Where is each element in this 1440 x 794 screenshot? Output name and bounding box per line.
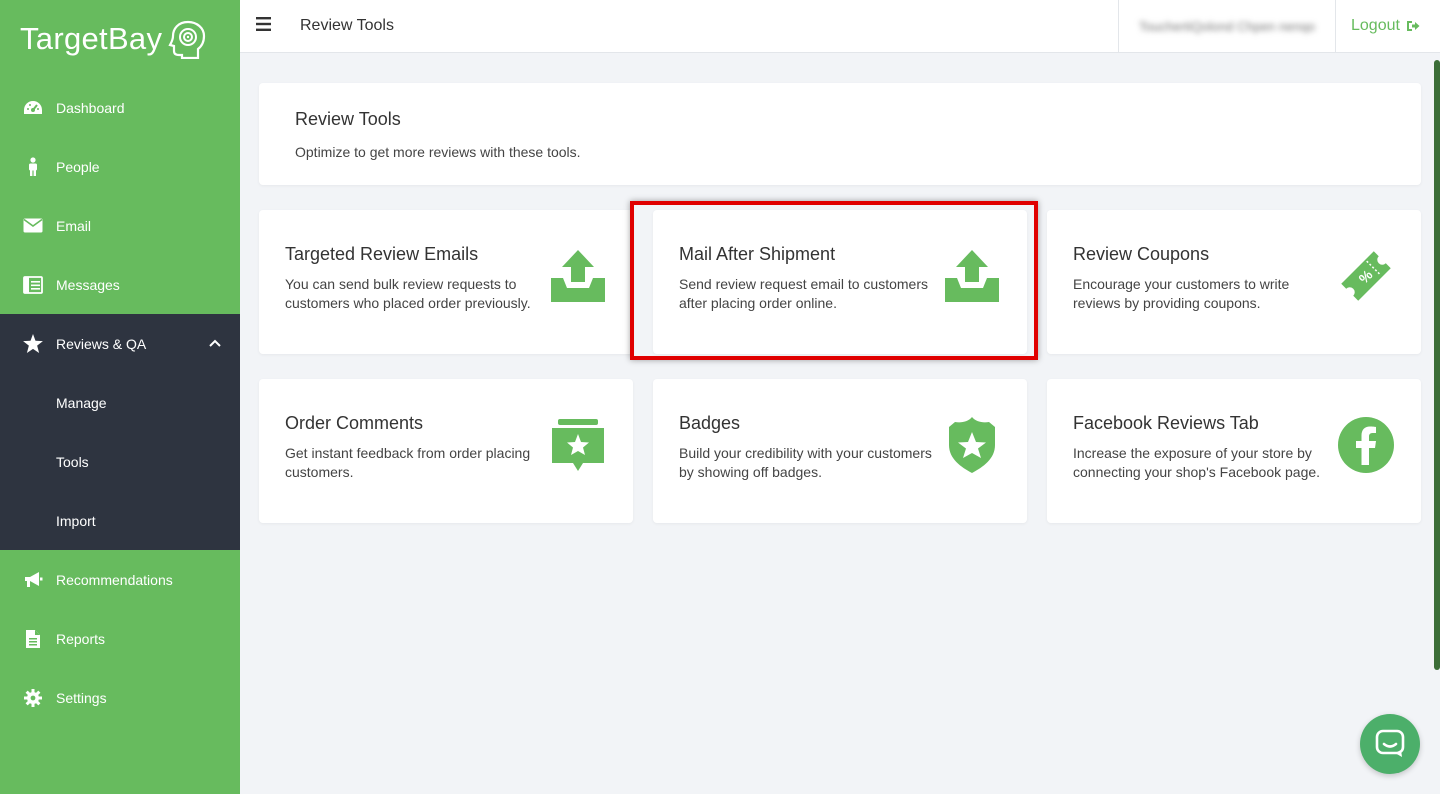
subnav-item-tools[interactable]: Tools (0, 432, 240, 491)
tool-card-review-coupons[interactable]: Review Coupons Encourage your customers … (1047, 210, 1421, 354)
badge-star-icon (949, 417, 995, 473)
card-description: Get instant feedback from order placing … (285, 445, 531, 480)
header-card: Review Tools Optimize to get more review… (259, 83, 1421, 185)
topbar: Review Tools TouchertiQolond Chpen nenqo… (240, 0, 1440, 53)
sidebar-item-email[interactable]: Email (0, 196, 240, 255)
envelope-icon (23, 218, 43, 233)
card-title: Badges (679, 413, 741, 433)
logout-icon (1406, 21, 1420, 31)
hamburger-menu-icon[interactable] (256, 17, 271, 31)
logout-button[interactable]: Logout (1351, 17, 1420, 35)
scrollbar-thumb[interactable] (1434, 60, 1440, 670)
facebook-icon (1338, 417, 1394, 473)
sidebar-item-reviews-qa[interactable]: Reviews & QA (0, 314, 240, 373)
sidebar-item-label: Settings (56, 689, 107, 706)
tool-card-mail-after-shipment[interactable]: Mail After Shipment Send review request … (653, 210, 1027, 354)
subnav-item-manage[interactable]: Manage (0, 373, 240, 432)
chat-launcher-button[interactable] (1360, 714, 1420, 774)
tool-card-badges[interactable]: Badges Build your credibility with your … (653, 379, 1027, 523)
subnav-item-import[interactable]: Import (0, 491, 240, 550)
page-title: Review Tools (300, 17, 394, 34)
brand-logo[interactable]: TargetBay (0, 0, 240, 78)
gear-icon (24, 688, 42, 707)
subnav-item-label: Tools (56, 453, 89, 470)
card-title: Facebook Reviews Tab (1073, 413, 1259, 433)
inbox-upload-icon (945, 250, 999, 302)
section-title: Review Tools (295, 109, 401, 129)
subnav-item-label: Import (56, 512, 96, 529)
card-title: Order Comments (285, 413, 424, 433)
megaphone-icon (25, 571, 43, 587)
sidebar-item-dashboard[interactable]: Dashboard (0, 78, 240, 137)
messages-icon (23, 275, 43, 294)
coupon-icon: % (1341, 251, 1391, 301)
tool-card-targeted-review-emails[interactable]: Targeted Review Emails You can send bulk… (259, 210, 633, 354)
tool-card-order-comments[interactable]: Order Comments Get instant feedback from… (259, 379, 633, 523)
head-target-icon (168, 20, 206, 59)
card-title: Targeted Review Emails (285, 244, 479, 264)
sidebar-item-label: Email (56, 217, 92, 234)
tool-card-facebook-reviews-tab[interactable]: Facebook Reviews Tab Increase the exposu… (1047, 379, 1421, 523)
card-description: Send review request email to customers a… (679, 276, 928, 311)
sidebar-item-reports[interactable]: Reports (0, 609, 240, 668)
sidebar-item-label: Reviews & QA (56, 335, 147, 352)
person-icon (29, 156, 37, 176)
user-name: TouchertiQolond Chpen nenqo (1138, 19, 1316, 34)
sidebar-item-settings[interactable]: Settings (0, 668, 240, 727)
card-title: Review Coupons (1073, 244, 1210, 264)
reviews-subnav: Manage Tools Import (0, 373, 240, 550)
sidebar-item-messages[interactable]: Messages (0, 255, 240, 314)
sidebar-item-recommendations[interactable]: Recommendations (0, 550, 240, 609)
star-icon (23, 334, 43, 353)
sidebar: TargetBay Dashboard People Email Message… (0, 0, 240, 794)
sidebar-nav: Dashboard People Email Messages Reviews … (0, 78, 240, 373)
subnav-item-label: Manage (56, 394, 107, 411)
brand-name: TargetBay (20, 21, 163, 56)
card-title: Mail After Shipment (679, 244, 836, 264)
logout-label: Logout (1351, 17, 1400, 34)
dashboard-icon (24, 100, 42, 114)
inbox-upload-icon (551, 250, 605, 302)
comment-star-icon (552, 419, 604, 471)
sidebar-item-label: Reports (56, 630, 106, 647)
sidebar-item-label: Recommendations (56, 571, 173, 588)
report-icon (26, 629, 40, 648)
card-description: You can send bulk review requests to cus… (285, 276, 531, 311)
chat-icon (1375, 729, 1405, 757)
card-description: Increase the exposure of your store by c… (1073, 445, 1321, 480)
sidebar-nav-lower: Recommendations Reports Settings (0, 550, 240, 727)
sidebar-item-people[interactable]: People (0, 137, 240, 196)
sidebar-item-label: People (56, 158, 100, 175)
chevron-up-icon[interactable] (208, 336, 222, 350)
sidebar-item-label: Dashboard (56, 99, 125, 116)
user-account[interactable]: TouchertiQolond Chpen nenqo (1118, 0, 1336, 53)
sidebar-item-label: Messages (56, 276, 120, 293)
card-description: Build your credibility with your custome… (679, 445, 932, 480)
section-subtitle: Optimize to get more reviews with these … (295, 144, 581, 160)
card-description: Encourage your customers to write review… (1073, 276, 1290, 311)
